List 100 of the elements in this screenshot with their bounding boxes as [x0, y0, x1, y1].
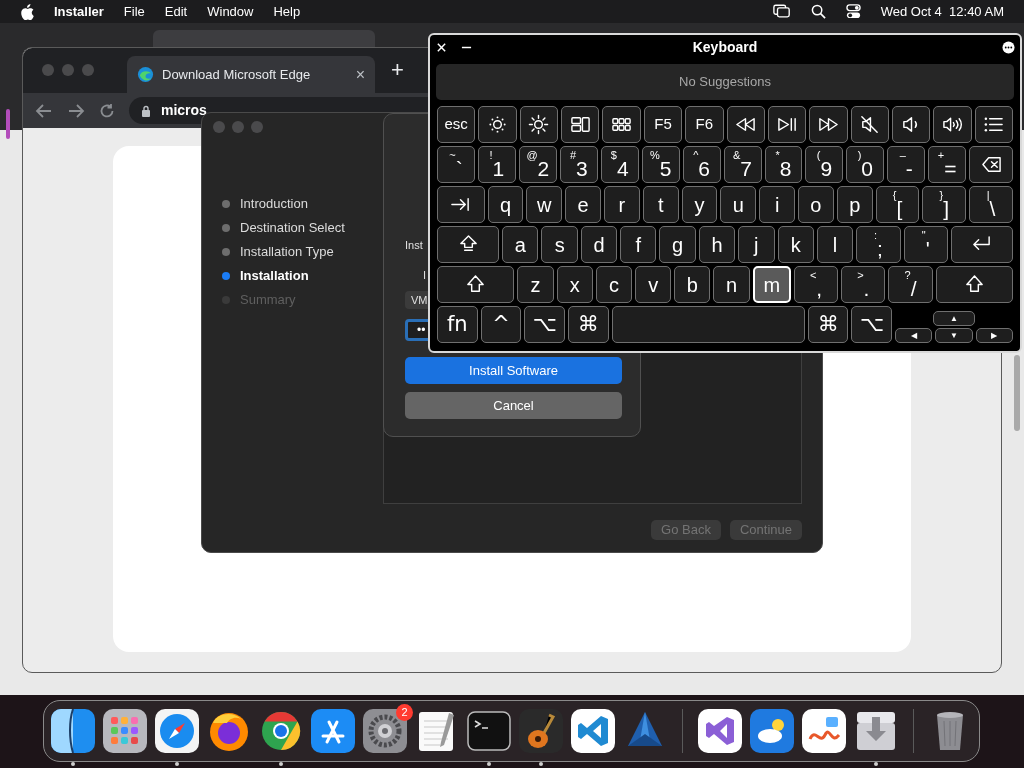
- keyboard-key[interactable]: ! 1: [477, 146, 516, 183]
- new-tab-button[interactable]: +: [391, 53, 404, 86]
- arrow-key[interactable]: ▼: [935, 328, 973, 343]
- close-icon[interactable]: [436, 42, 447, 53]
- keyboard-key[interactable]: > .: [841, 266, 886, 303]
- keyboard-key[interactable]: z: [517, 266, 554, 303]
- search-icon[interactable]: [810, 4, 826, 19]
- keyboard-key[interactable]: e: [565, 186, 601, 223]
- keyboard-key[interactable]: [933, 106, 972, 143]
- keyboard-key[interactable]: n: [713, 266, 750, 303]
- keyboard-key[interactable]: } ]: [922, 186, 967, 223]
- keyboard-key[interactable]: ⌘: [807, 306, 849, 343]
- keyboard-key[interactable]: [969, 146, 1014, 183]
- dialog-button[interactable]: Cancel: [405, 392, 622, 419]
- app-grid-icon[interactable]: [103, 709, 147, 753]
- clock[interactable]: Wed Oct 4 12:40 AM: [880, 1, 1004, 22]
- keyboard-key[interactable]: i: [759, 186, 795, 223]
- toggle-switches-icon[interactable]: [845, 4, 861, 19]
- keyboard-key[interactable]: q: [487, 186, 524, 223]
- keyboard-key[interactable]: ) 0: [846, 146, 885, 183]
- menu-item[interactable]: Help: [273, 1, 301, 22]
- menu-item[interactable]: Window: [207, 1, 254, 22]
- guitar-icon[interactable]: [519, 709, 563, 753]
- keyboard-key[interactable]: < ,: [793, 266, 839, 303]
- keyboard-key[interactable]: [950, 226, 1013, 263]
- menu-item[interactable]: Edit: [164, 1, 188, 22]
- keyboard-key[interactable]: [767, 106, 807, 143]
- keyboard-key[interactable]: [726, 106, 765, 143]
- keyboard-key[interactable]: ⌥: [524, 306, 565, 343]
- keyboard-key[interactable]: [850, 106, 889, 143]
- arrow-key[interactable]: ◀: [895, 328, 933, 343]
- keyboard-key[interactable]: a: [502, 226, 539, 263]
- screen-mirroring-icon[interactable]: [772, 4, 791, 19]
- keyboard-key[interactable]: v: [635, 266, 672, 303]
- keyboard-key[interactable]: – -: [887, 146, 926, 183]
- compass-icon[interactable]: [155, 709, 199, 753]
- ribbon-tile-icon[interactable]: [697, 709, 742, 753]
- more-icon[interactable]: [1002, 41, 1015, 54]
- keyboard-key[interactable]: ^ 6: [682, 146, 721, 183]
- keyboard-key[interactable]: m: [752, 266, 791, 303]
- keyboard-key[interactable]: [561, 106, 600, 143]
- code-editor-icon[interactable]: [571, 709, 615, 753]
- keyboard-key[interactable]: j: [738, 226, 775, 263]
- gear-icon[interactable]: [363, 709, 407, 753]
- keyboard-key[interactable]: : ;: [856, 226, 901, 263]
- keyboard-key[interactable]: p: [836, 186, 873, 223]
- menu-item[interactable]: File: [123, 1, 145, 22]
- keyboard-key[interactable]: [519, 106, 559, 143]
- scrollbar-thumb[interactable]: [1014, 355, 1020, 431]
- keyboard-key[interactable]: [602, 106, 641, 143]
- tricolor-circle-icon[interactable]: [259, 709, 303, 753]
- keyboard-key[interactable]: @ 2: [518, 146, 557, 183]
- forward-icon[interactable]: [67, 102, 85, 119]
- keyboard-key[interactable]: ? /: [888, 266, 933, 303]
- keyboard-key[interactable]: # 3: [559, 146, 598, 183]
- close-tab-button[interactable]: ×: [355, 62, 365, 87]
- keyboard-key[interactable]: o: [798, 186, 834, 223]
- keyboard-key[interactable]: h: [698, 226, 736, 263]
- keyboard-key[interactable]: + =: [928, 146, 967, 183]
- keyboard-key[interactable]: [974, 106, 1014, 143]
- two-tone-tile-icon[interactable]: [51, 709, 95, 753]
- reload-icon[interactable]: [99, 102, 115, 119]
- keyboard-key[interactable]: ~ `: [437, 146, 475, 183]
- crossed-lines-icon[interactable]: [311, 709, 355, 753]
- keyboard-key[interactable]: [478, 106, 517, 143]
- terminal-icon[interactable]: [467, 709, 511, 753]
- keyboard-key[interactable]: " ': [903, 226, 948, 263]
- keyboard-key[interactable]: f: [620, 226, 657, 263]
- keyboard-key[interactable]: [809, 106, 848, 143]
- keyboard-key[interactable]: c: [595, 266, 632, 303]
- keyboard-key[interactable]: d: [580, 226, 618, 263]
- keyboard-key[interactable]: y: [681, 186, 718, 223]
- keyboard-key[interactable]: [437, 266, 515, 303]
- dialog-button[interactable]: Install Software: [405, 357, 622, 384]
- keyboard-key[interactable]: * 8: [764, 146, 803, 183]
- keyboard-key[interactable]: | \: [969, 186, 1013, 223]
- arrow-key[interactable]: ▲: [932, 311, 976, 326]
- keyboard-key[interactable]: [437, 186, 485, 223]
- keyboard-key[interactable]: F6: [685, 106, 724, 143]
- keyboard-key[interactable]: g: [659, 226, 696, 263]
- keyboard-key[interactable]: x: [556, 266, 593, 303]
- keyboard-key[interactable]: [437, 226, 500, 263]
- keyboard-key[interactable]: [935, 266, 1013, 303]
- keyboard-key[interactable]: F5: [643, 106, 683, 143]
- keyboard-key[interactable]: ⌘: [567, 306, 609, 343]
- keyboard-key[interactable]: t: [642, 186, 679, 223]
- keyboard-key[interactable]: [891, 106, 931, 143]
- arrow-key[interactable]: ▶: [975, 328, 1013, 343]
- menu-item[interactable]: Installer: [54, 1, 104, 22]
- keyboard-key[interactable]: w: [526, 186, 563, 223]
- keyboard-key[interactable]: ⌥: [851, 306, 893, 343]
- keyboard-key[interactable]: u: [720, 186, 757, 223]
- keyboard-key[interactable]: fn: [437, 306, 478, 343]
- keyboard-key[interactable]: $ 4: [600, 146, 639, 183]
- keyboard-key[interactable]: % 5: [641, 146, 680, 183]
- keyboard-key[interactable]: & 7: [723, 146, 762, 183]
- keyboard-key[interactable]: k: [777, 226, 814, 263]
- keyboard-key[interactable]: b: [674, 266, 711, 303]
- keyboard-key[interactable]: ^: [480, 306, 522, 343]
- keyboard-key[interactable]: l: [816, 226, 854, 263]
